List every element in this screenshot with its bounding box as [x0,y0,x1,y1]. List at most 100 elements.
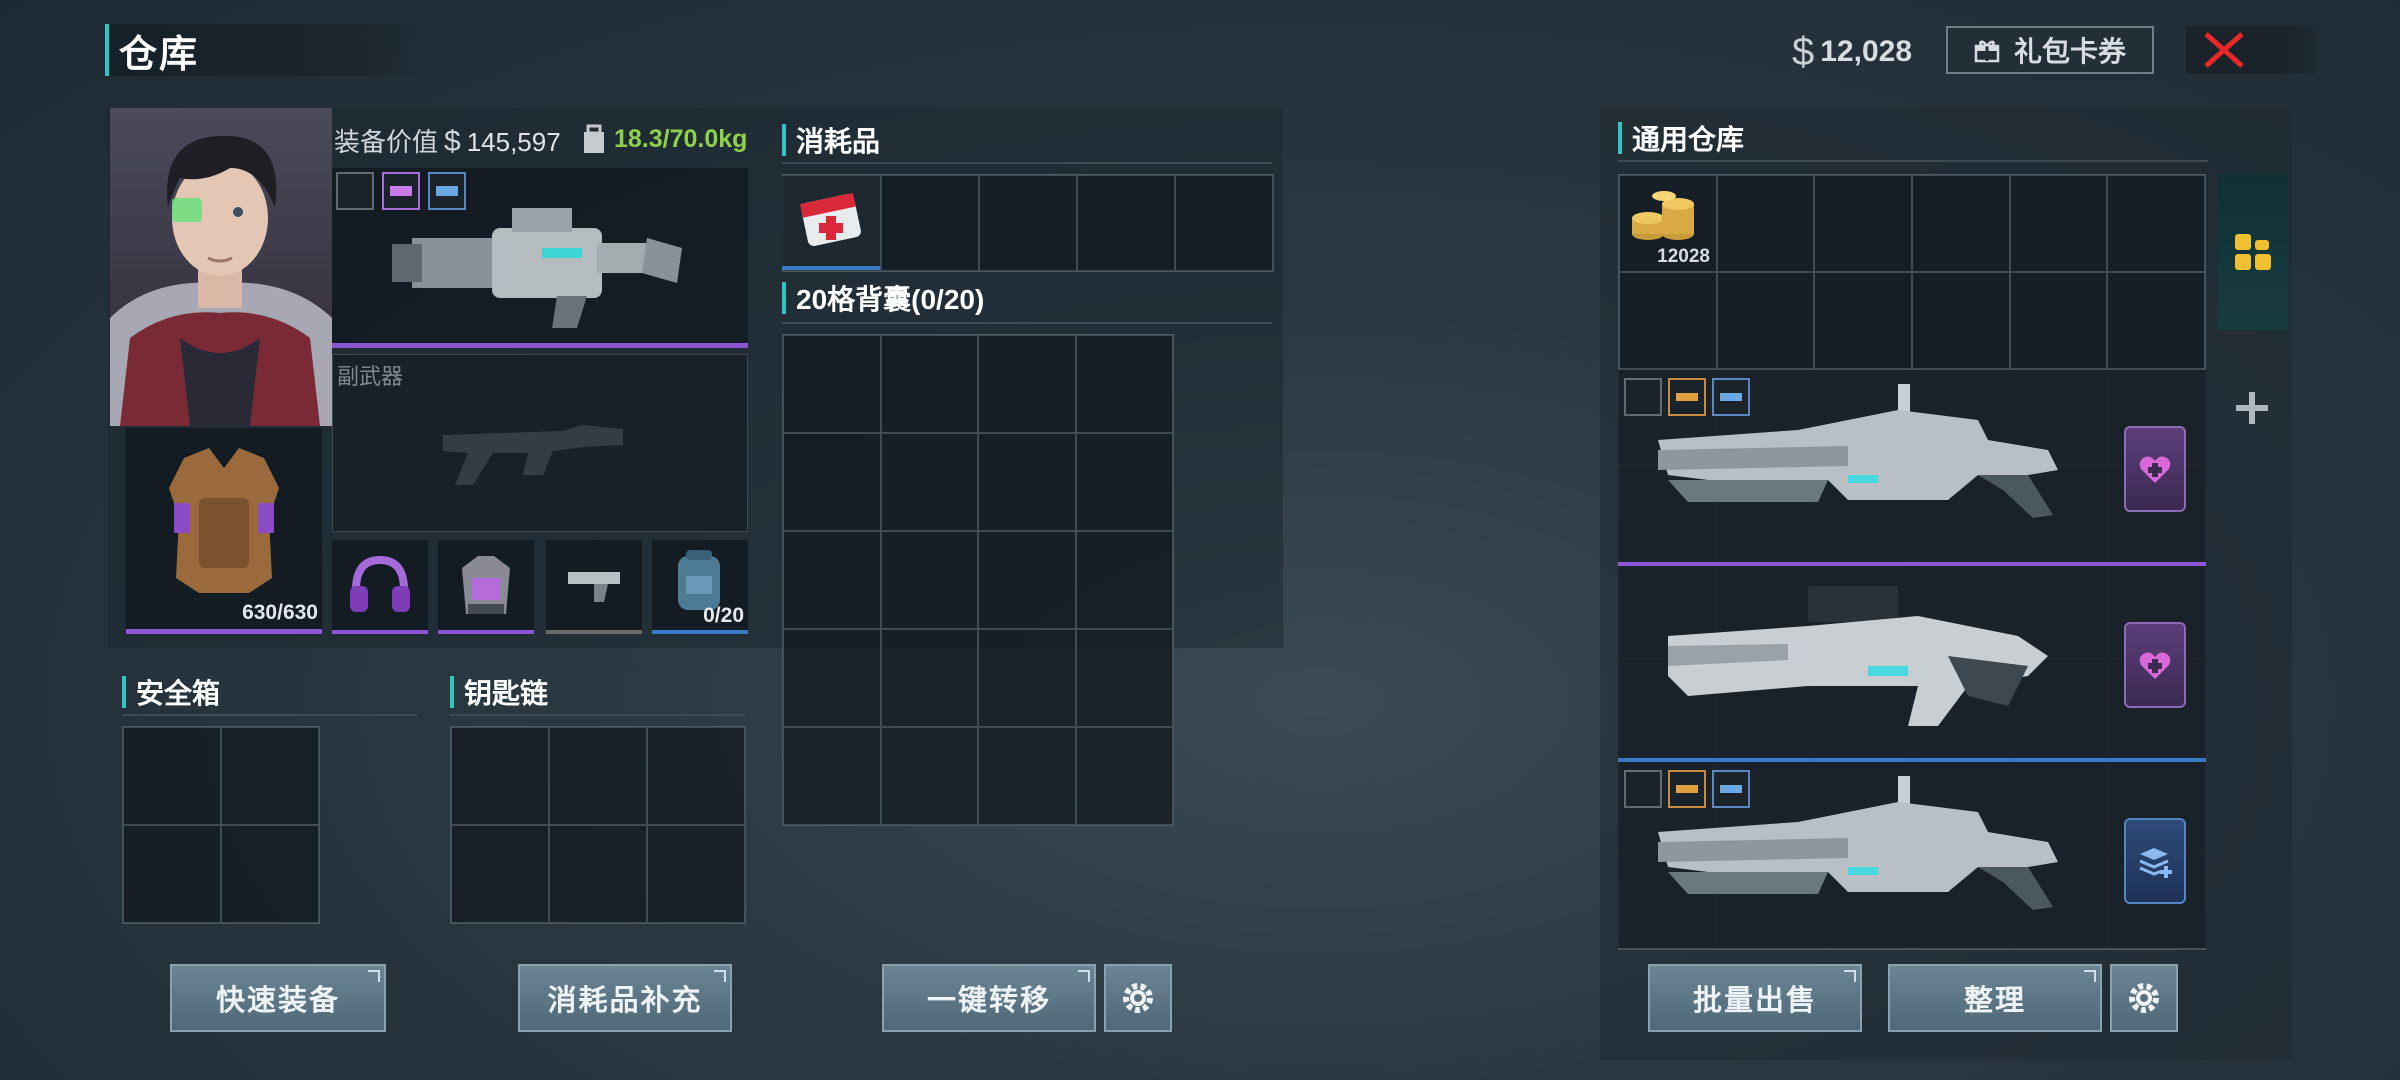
backpack-cell[interactable] [1075,335,1173,433]
equipment-value-amount: 145,597 [466,127,561,157]
close-button[interactable] [2186,26,2316,74]
backpack-cell[interactable] [880,335,978,433]
consumables-title: 消耗品 [796,126,881,157]
general-storage-header: 通用仓库 [1618,122,1744,155]
pistol-slot[interactable] [546,540,642,634]
keychain-cell[interactable] [549,825,647,923]
backpack-divider [782,322,1272,324]
storage-cell[interactable] [2107,175,2205,272]
backpack-cell[interactable] [978,531,1076,629]
backpack-cell[interactable] [880,727,978,825]
currency-symbol: $ [1792,29,1815,74]
pistol-icon [568,572,620,602]
backpack-cell[interactable] [880,433,978,531]
consumable-cell[interactable] [979,175,1077,271]
backpack-cell[interactable] [880,531,978,629]
safe-box-title: 安全箱 [136,678,221,709]
backpack-cell[interactable] [1075,727,1173,825]
storage-card-item[interactable] [2108,566,2206,762]
general-storage-title: 通用仓库 [1632,124,1745,155]
storage-cell[interactable] [1911,271,2010,369]
backpack-cell[interactable] [783,433,881,531]
safe-box-grid [122,726,320,924]
armor-slot[interactable]: 630/630 [126,428,322,634]
backpack-grid [782,334,1174,826]
gold-coins-icon [1632,191,1694,240]
attachment-slot-empty[interactable] [336,172,374,210]
storage-cell[interactable] [1716,175,1815,272]
character-avatar-icon [110,135,332,426]
backpack-cell[interactable] [783,531,881,629]
backpack-capacity: 0/20 [703,604,744,627]
storage-cell[interactable] [1911,175,2010,272]
bulk-sell-label: 批量出售 [1692,985,1817,1017]
plus-icon [2236,392,2268,424]
organize-button[interactable]: 整理 [1888,964,2102,1032]
backpack-slot[interactable]: 0/20 [652,540,748,634]
backpack-cell[interactable] [978,727,1076,825]
backpack-cell[interactable] [978,629,1076,727]
keychain-title: 钥匙链 [464,678,549,709]
primary-weapon-slot[interactable] [332,168,748,348]
bulk-sell-button[interactable]: 批量出售 [1648,964,1862,1032]
backpack-cell[interactable] [783,335,881,433]
backpack-cell[interactable] [783,629,881,727]
backpack-cell[interactable] [1075,629,1173,727]
heart-plus-icon [2139,652,2171,679]
backpack-cell[interactable] [880,629,978,727]
keychain-cell[interactable] [451,825,549,923]
helmet-slot[interactable] [332,540,428,634]
storage-weapon-item[interactable] [1618,566,2108,762]
medkit-item[interactable] [782,176,880,270]
storage-cell[interactable] [2009,271,2108,369]
safe-box-cell[interactable] [221,727,319,825]
quick-equip-button[interactable]: 快速装备 [170,964,386,1032]
one-click-transfer-button[interactable]: 一键转移 [882,964,1096,1032]
character-portrait[interactable] [110,108,332,426]
storage-settings-button[interactable] [2110,964,2178,1032]
page-title: 仓库 [119,33,200,76]
equipment-value-label: 装备价值 [334,127,439,157]
storage-cell[interactable] [2009,175,2108,272]
backpack-cell[interactable] [1075,433,1173,531]
equipment-value-currency: $ [444,125,461,158]
currency-amount: 12,028 [1820,35,1913,68]
storage-cell[interactable] [1619,271,1717,369]
storage-weapon-item[interactable] [1618,370,2108,566]
gear-icon [1123,983,1153,1013]
secondary-weapon-label: 副武器 [337,364,404,389]
grid-view-toggle[interactable] [2218,174,2288,330]
consumable-cell[interactable] [881,175,979,271]
backpack-cell[interactable] [978,433,1076,531]
backpack-cell[interactable] [1075,531,1173,629]
storage-card-item[interactable] [2108,762,2206,948]
storage-cell[interactable] [1814,175,1912,272]
safe-box-cell[interactable] [123,825,221,923]
storage-cell[interactable] [1814,271,1912,369]
gear-slot[interactable] [438,540,534,634]
storage-weapon-item[interactable] [1618,762,2108,948]
backpack-cell[interactable] [783,727,881,825]
health-card-icon [2124,426,2186,512]
safe-box-cell[interactable] [123,727,221,825]
storage-card-item[interactable] [2108,370,2206,566]
transfer-settings-button[interactable] [1104,964,1172,1032]
storage-cell[interactable] [2107,271,2205,369]
general-storage-divider [1618,160,2208,162]
secondary-weapon-slot[interactable]: 副武器 [332,354,748,532]
consumable-cell[interactable] [1077,175,1175,271]
keychain-cell[interactable] [451,727,549,825]
safe-box-cell[interactable] [221,825,319,923]
keychain-cell[interactable] [549,727,647,825]
backpack-cell[interactable] [978,335,1076,433]
keychain-cell[interactable] [647,727,745,825]
coin-stack-item[interactable]: 12028 [1618,174,1716,272]
add-storage-button[interactable] [2232,388,2272,428]
keychain-cell[interactable] [647,825,745,923]
replenish-consumables-button[interactable]: 消耗品补充 [518,964,732,1032]
close-icon [2204,32,2244,68]
consumable-cell[interactable] [1175,175,1273,271]
storage-cell[interactable] [1716,271,1815,369]
organize-label: 整理 [1963,985,2026,1017]
gift-voucher-button[interactable]: 礼包卡券 [1946,26,2154,74]
